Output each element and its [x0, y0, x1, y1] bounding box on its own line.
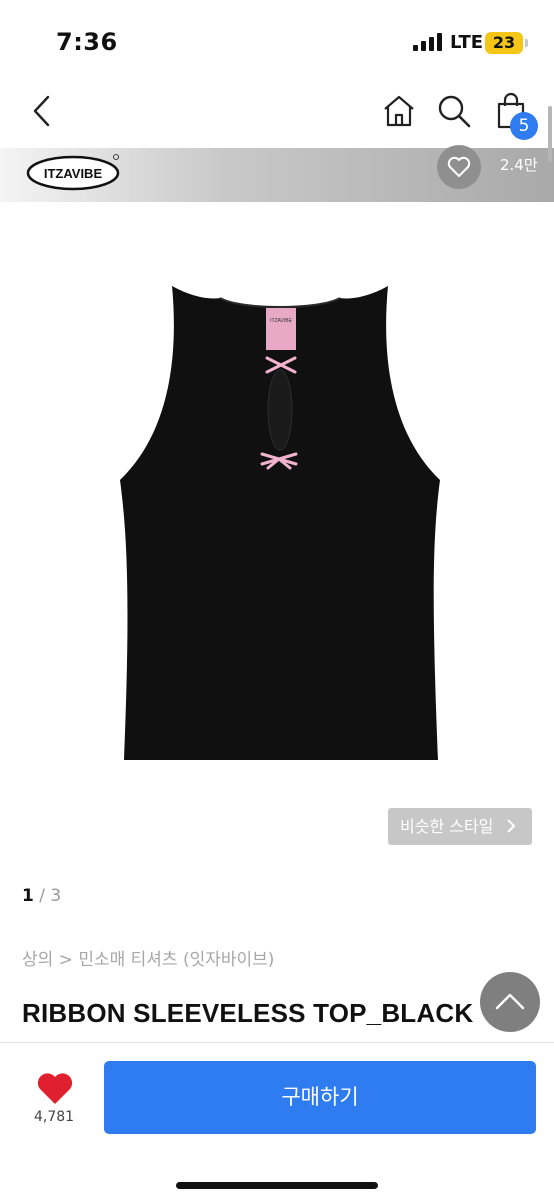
battery-indicator: 23	[485, 32, 523, 54]
chevron-left-icon[interactable]	[28, 94, 56, 128]
status-bar: 7:36 LTE 23	[0, 0, 554, 80]
product-title: RIBBON SLEEVELESS TOP_BLACK	[22, 998, 474, 1028]
battery-tip	[525, 39, 528, 47]
home-icon[interactable]	[382, 94, 416, 128]
brand-banner[interactable]: ITZAVIBE 2.4만	[0, 145, 554, 202]
product-image[interactable]: ITZAVIBE	[120, 280, 440, 765]
top-nav-bar	[0, 80, 554, 148]
image-pager: 1 / 3	[22, 886, 61, 906]
pager-total: 3	[50, 886, 62, 906]
buy-button[interactable]: 구매하기	[104, 1061, 536, 1134]
heart-outline-icon	[447, 156, 471, 177]
scroll-top-button[interactable]	[480, 972, 540, 1032]
similar-style-label: 비슷한 스타일	[400, 817, 494, 836]
brand-logo-text: ITZAVIBE	[44, 166, 103, 181]
network-label: LTE	[450, 32, 484, 53]
similar-style-button[interactable]: 비슷한 스타일	[388, 808, 532, 845]
chevron-right-icon	[507, 819, 516, 833]
status-time: 7:36	[56, 28, 118, 56]
pager-current: 1	[22, 886, 34, 906]
scrollbar[interactable]	[548, 106, 552, 162]
signal-icon	[413, 33, 442, 51]
breadcrumb[interactable]: 상의 > 민소매 티셔츠 (잇자바이브)	[22, 945, 274, 970]
heart-icon[interactable]	[36, 1071, 74, 1105]
home-indicator	[176, 1182, 378, 1189]
brand-logo[interactable]: ITZAVIBE	[26, 152, 122, 192]
brand-like-button[interactable]	[437, 145, 481, 189]
pager-separator: /	[33, 886, 51, 906]
cart-badge[interactable]: 5	[510, 112, 538, 140]
search-icon[interactable]	[436, 93, 472, 129]
cart-count: 5	[510, 112, 538, 140]
wish-count: 4,781	[34, 1109, 75, 1125]
chevron-up-icon	[495, 993, 525, 1010]
bottom-action-bar: 4,781 구매하기	[0, 1042, 554, 1200]
garment-label-text: ITZAVIBE	[270, 318, 293, 324]
brand-like-count: 2.4만	[500, 156, 538, 174]
